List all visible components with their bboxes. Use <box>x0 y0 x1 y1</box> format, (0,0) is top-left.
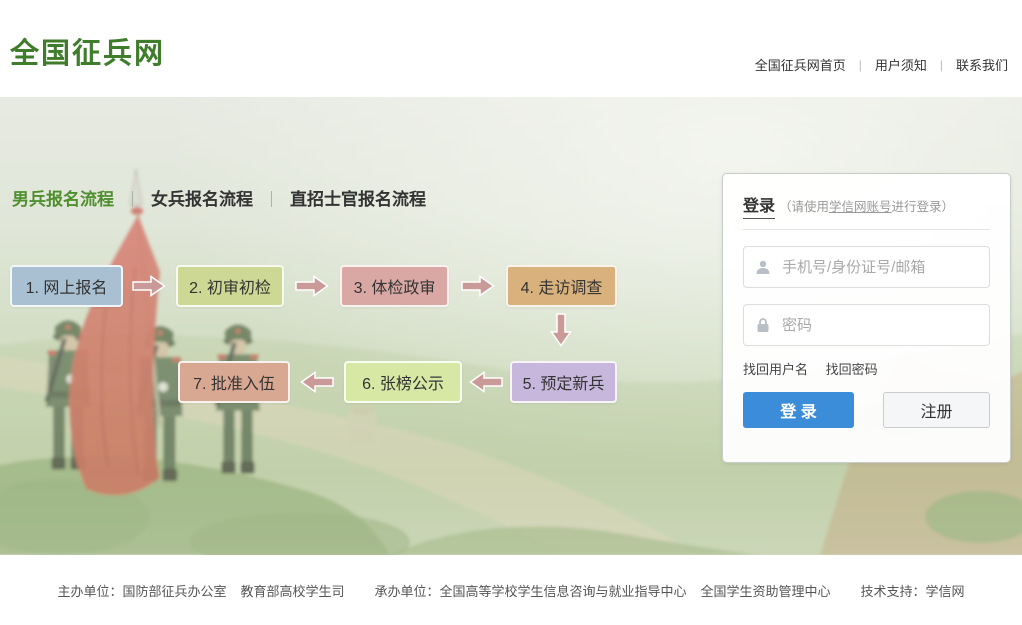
tab-female-enlist-flow[interactable]: 女兵报名流程 <box>151 185 253 226</box>
footer-host-unit: 主办单位：国防部征兵办公室 <box>57 581 226 600</box>
login-links: 找回用户名 找回密码 <box>743 359 990 378</box>
login-divider <box>743 229 990 230</box>
password-field-wrap <box>743 304 990 346</box>
login-subtitle: （请使用学信网账号进行登录） <box>779 196 954 215</box>
tab-separator <box>271 191 272 207</box>
tab-separator <box>132 191 133 207</box>
flow-step-6-public-notice: 6. 张榜公示 <box>344 361 462 403</box>
user-icon <box>755 259 771 275</box>
arrow-down-icon <box>549 313 573 347</box>
username-input[interactable] <box>743 246 990 288</box>
login-tab[interactable]: 登录 <box>743 192 775 219</box>
username-field-wrap <box>743 246 990 288</box>
flow-step-7-approved-enlistment: 7. 批准入伍 <box>178 361 290 403</box>
arrow-right-icon <box>461 274 495 298</box>
login-button[interactable]: 登 录 <box>743 392 854 428</box>
footer: 主办单位：国防部征兵办公室 教育部高校学生司 承办单位：全国高等学校学生信息咨询… <box>0 555 1022 625</box>
chsi-account-link[interactable]: 学信网账号 <box>829 200 892 214</box>
find-password-link[interactable]: 找回密码 <box>826 362 878 377</box>
flow-step-1-online-signup: 1. 网上报名 <box>10 265 123 307</box>
flow-step-3-physical-political: 3. 体检政审 <box>340 265 449 307</box>
footer-tech-support: 技术支持：学信网 <box>861 581 965 600</box>
find-username-link[interactable]: 找回用户名 <box>743 362 808 377</box>
flow-tabs: 男兵报名流程 女兵报名流程 直招士官报名流程 <box>12 185 426 226</box>
arrow-right-icon <box>132 274 166 298</box>
login-buttons: 登 录 注册 <box>743 392 990 428</box>
nav-link-contact-us[interactable]: 联系我们 <box>956 55 1008 74</box>
tab-male-enlist-flow[interactable]: 男兵报名流程 <box>12 185 114 226</box>
nav-link-user-notice[interactable]: 用户须知 <box>875 55 927 74</box>
flow-step-5-pre-selected-recruit: 5. 预定新兵 <box>510 361 617 403</box>
arrow-left-icon <box>469 370 503 394</box>
footer-organizer-unit: 承办单位：全国高等学校学生信息咨询与就业指导中心 <box>374 581 686 600</box>
top-nav: 全国征兵网首页 | 用户须知 | 联系我们 <box>755 55 1008 74</box>
nav-separator: | <box>940 58 943 72</box>
footer-organizer-unit-2: 全国学生资助管理中心 <box>701 581 831 600</box>
login-title-row: 登录 （请使用学信网账号进行登录） <box>743 192 990 219</box>
login-panel: 登录 （请使用学信网账号进行登录） 找回用户名 找回 <box>722 173 1011 463</box>
arrow-right-icon <box>295 274 329 298</box>
tab-nco-enlist-flow[interactable]: 直招士官报名流程 <box>290 185 426 226</box>
lock-icon <box>755 317 771 333</box>
flow-step-2-initial-review: 2. 初审初检 <box>176 265 284 307</box>
banner: 男兵报名流程 女兵报名流程 直招士官报名流程 1. 网上报名 2. 初审初检 3… <box>0 97 1022 555</box>
flow-step-4-home-visit: 4. 走访调查 <box>506 265 617 307</box>
password-input[interactable] <box>743 304 990 346</box>
footer-host-unit-2: 教育部高校学生司 <box>240 581 344 600</box>
nav-separator: | <box>859 58 862 72</box>
arrow-left-icon <box>300 370 334 394</box>
register-button[interactable]: 注册 <box>883 392 990 428</box>
header: 全国征兵网 全国征兵网首页 | 用户须知 | 联系我们 <box>0 0 1022 97</box>
site-logo: 全国征兵网 <box>10 30 165 72</box>
page: 全国征兵网 全国征兵网首页 | 用户须知 | 联系我们 <box>0 0 1022 625</box>
nav-link-home[interactable]: 全国征兵网首页 <box>755 55 846 74</box>
